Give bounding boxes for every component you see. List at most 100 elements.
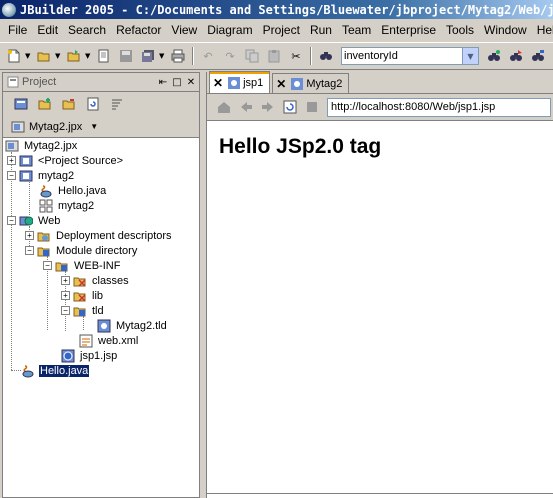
save-dropdown-icon[interactable]: ▼ bbox=[159, 52, 167, 60]
back-arrow-icon[interactable] bbox=[236, 97, 256, 117]
forward-arrow-icon[interactable] bbox=[258, 97, 278, 117]
url-field[interactable]: http://localhost:8080/Web/jsp1.jsp bbox=[327, 97, 551, 117]
content-bottom-border bbox=[207, 493, 553, 494]
tab-mytag2[interactable]: ✕ Mytag2 bbox=[272, 73, 350, 93]
cut-icon[interactable]: ✂ bbox=[286, 46, 306, 66]
save-icon[interactable] bbox=[116, 46, 136, 66]
open-folder-icon[interactable] bbox=[34, 46, 54, 66]
refresh-icon[interactable] bbox=[82, 94, 104, 114]
chevron-down-icon[interactable]: ▼ bbox=[462, 48, 478, 64]
collapse-icon[interactable]: − bbox=[43, 261, 52, 270]
menu-search[interactable]: Search bbox=[63, 20, 111, 40]
menu-team[interactable]: Team bbox=[337, 20, 376, 40]
deployment-folder-icon bbox=[37, 232, 50, 241]
tree-item-jsp1-jsp[interactable]: jsp1.jsp bbox=[61, 348, 118, 363]
tab-project-label: Project bbox=[22, 76, 57, 88]
find-icon[interactable] bbox=[316, 46, 336, 66]
project-file-icon bbox=[5, 140, 19, 151]
project-tab-icon bbox=[7, 76, 19, 88]
menu-run[interactable]: Run bbox=[305, 20, 337, 40]
tree-item-web-inf[interactable]: − WEB-INF bbox=[43, 258, 121, 273]
tree-item-label: Deployment descriptors bbox=[56, 229, 172, 242]
add-files-icon[interactable] bbox=[34, 94, 56, 114]
main-toolbar: ▼ ▼ ▼ ▼ ↶ ↷ ✂ inventoryId ▼ bbox=[0, 42, 553, 70]
project-tree: Mytag2.jpx + <Project Source> − mytag2 H… bbox=[3, 138, 199, 478]
collapse-icon[interactable]: − bbox=[61, 306, 70, 315]
menu-refactor[interactable]: Refactor bbox=[111, 20, 166, 40]
collapse-icon[interactable]: − bbox=[7, 171, 16, 180]
chevron-down-icon[interactable]: ▼ bbox=[90, 122, 98, 131]
remove-files-icon[interactable] bbox=[58, 94, 80, 114]
redo-icon[interactable]: ↷ bbox=[220, 46, 240, 66]
collapse-icon[interactable]: − bbox=[25, 246, 34, 255]
project-properties-icon[interactable] bbox=[10, 94, 32, 114]
tree-item-project-source[interactable]: + <Project Source> bbox=[7, 153, 124, 168]
tree-item-tld[interactable]: − tld bbox=[61, 303, 105, 318]
menu-diagram[interactable]: Diagram bbox=[202, 20, 257, 40]
close-icon[interactable]: ✕ bbox=[213, 76, 223, 90]
menu-window[interactable]: Window bbox=[479, 20, 532, 40]
window-title: JBuilder 2005 - C:/Documents and Setting… bbox=[20, 2, 553, 17]
tree-item-web[interactable]: − Web bbox=[7, 213, 61, 228]
new-dropdown-icon[interactable]: ▼ bbox=[25, 52, 33, 60]
refresh-icon[interactable] bbox=[280, 97, 300, 117]
reopen-icon[interactable] bbox=[64, 46, 84, 66]
menu-enterprise[interactable]: Enterprise bbox=[376, 20, 441, 40]
save-all-icon[interactable] bbox=[138, 46, 158, 66]
menu-file[interactable]: File bbox=[3, 20, 32, 40]
menu-help[interactable]: Help bbox=[532, 20, 553, 40]
collapse-icon[interactable]: − bbox=[7, 216, 16, 225]
print-icon[interactable] bbox=[168, 46, 188, 66]
close-icon[interactable]: ✕ bbox=[276, 77, 286, 91]
menu-view[interactable]: View bbox=[166, 20, 202, 40]
tree-item-label: <Project Source> bbox=[38, 154, 123, 167]
tree-item-module-directory[interactable]: − Module directory bbox=[25, 243, 138, 258]
expand-icon[interactable]: + bbox=[61, 291, 70, 300]
tree-item-web-xml[interactable]: web.xml bbox=[79, 333, 139, 348]
expand-icon[interactable]: + bbox=[61, 276, 70, 285]
tree-item-mytag2-package[interactable]: mytag2 bbox=[39, 198, 95, 213]
tree-item-hello-java[interactable]: Hello.java bbox=[39, 183, 107, 198]
project-panel: Project ⇤ □ ✕ Mytag2.jpx ▼ Mytag2.jpx + bbox=[2, 72, 200, 498]
find-definition-icon[interactable] bbox=[528, 46, 548, 66]
tree-item-mytag2-tld[interactable]: Mytag2.tld bbox=[97, 318, 168, 333]
module-folder-icon bbox=[37, 247, 50, 256]
reopen-dropdown-icon[interactable]: ▼ bbox=[85, 52, 93, 60]
tree-item-hello-java-selected[interactable]: Hello.java bbox=[21, 363, 90, 378]
find-usages-icon[interactable] bbox=[506, 46, 526, 66]
paste-icon[interactable] bbox=[264, 46, 284, 66]
close-file-icon[interactable] bbox=[94, 46, 114, 66]
tree-item-label: web.xml bbox=[98, 334, 139, 347]
tree-item-lib[interactable]: + lib bbox=[61, 288, 104, 303]
copy-icon[interactable] bbox=[242, 46, 262, 66]
expand-icon[interactable]: + bbox=[7, 156, 16, 165]
tab-project[interactable]: Project bbox=[3, 73, 61, 91]
menu-project[interactable]: Project bbox=[258, 20, 305, 40]
tree-item-mytag2-jpx[interactable]: Mytag2.jpx bbox=[5, 138, 78, 153]
home-icon[interactable] bbox=[214, 97, 234, 117]
jbuilder-app-icon[interactable] bbox=[2, 2, 16, 17]
pin-icon[interactable]: ⇤ bbox=[157, 77, 169, 88]
undo-icon[interactable]: ↶ bbox=[198, 46, 218, 66]
search-combo[interactable]: inventoryId ▼ bbox=[341, 47, 479, 65]
tab-jsp1[interactable]: ✕ jsp1 bbox=[209, 71, 271, 93]
tree-item-label: Hello.java bbox=[58, 184, 107, 197]
folder-icon bbox=[73, 277, 86, 287]
menu-edit[interactable]: Edit bbox=[32, 20, 63, 40]
find-class-icon[interactable] bbox=[484, 46, 504, 66]
tree-item-classes[interactable]: + classes bbox=[61, 273, 130, 288]
tree-item-label: Mytag2.tld bbox=[116, 319, 167, 332]
tree-item-mytag2[interactable]: − mytag2 bbox=[7, 168, 75, 183]
editor-tabs: ✕ jsp1 ✕ Mytag2 bbox=[207, 71, 553, 94]
project-selector[interactable]: Mytag2.jpx ▼ bbox=[3, 116, 199, 138]
tree-item-deployment-descriptors[interactable]: + Deployment descriptors bbox=[25, 228, 173, 243]
expand-icon[interactable]: + bbox=[25, 231, 34, 240]
sort-icon[interactable] bbox=[106, 94, 128, 114]
maximize-icon[interactable]: □ bbox=[171, 77, 183, 88]
source-package-icon bbox=[19, 155, 33, 166]
stop-icon[interactable] bbox=[302, 97, 322, 117]
open-dropdown-icon[interactable]: ▼ bbox=[55, 52, 63, 60]
menu-tools[interactable]: Tools bbox=[441, 20, 479, 40]
new-icon[interactable] bbox=[4, 46, 24, 66]
close-icon[interactable]: ✕ bbox=[185, 77, 197, 88]
